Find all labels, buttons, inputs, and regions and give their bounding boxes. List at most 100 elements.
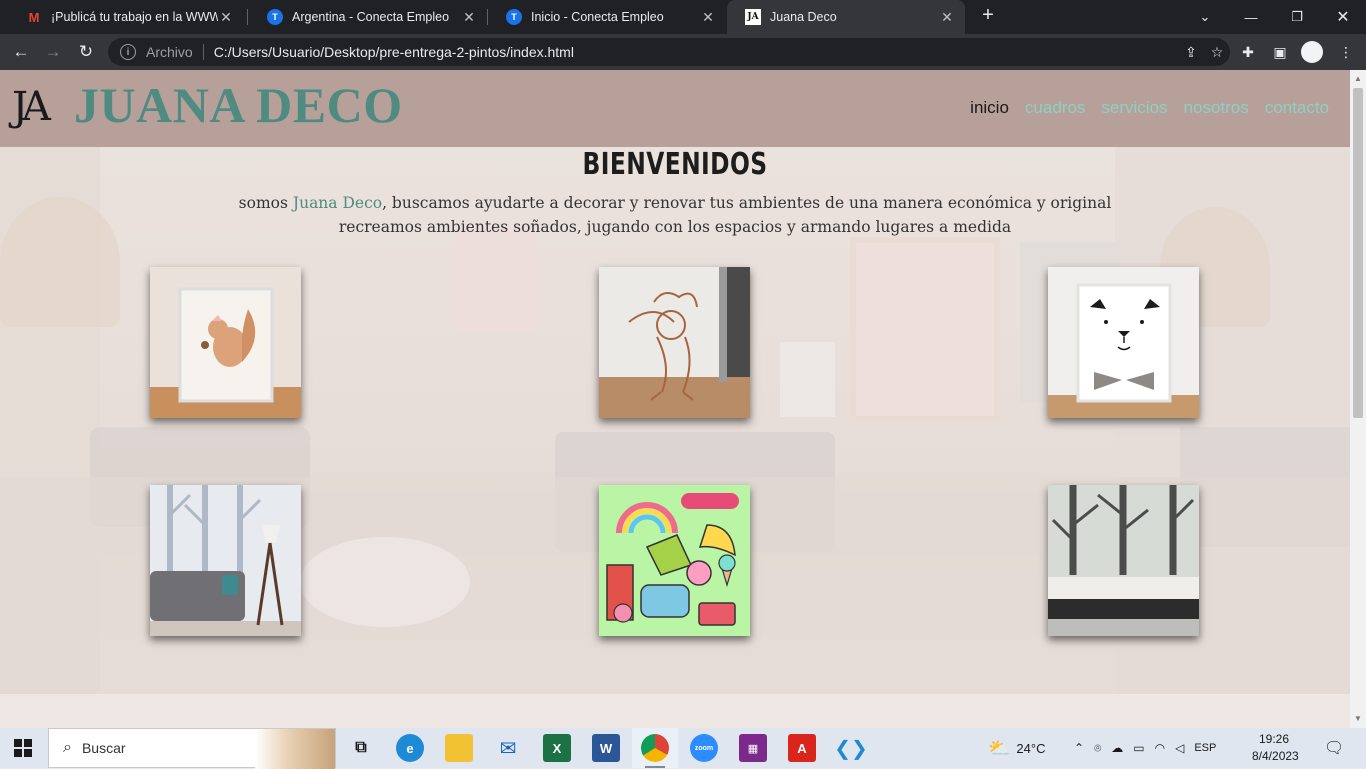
back-arrow-icon[interactable]: ← [8, 39, 34, 65]
conecta-empleo-icon: T [267, 9, 283, 25]
taskbar-clock[interactable]: 19:26 8/4/2023 [1252, 731, 1299, 765]
task-view-icon[interactable]: ⧉ [347, 734, 375, 762]
chrome-menu-icon[interactable]: ⋮ [1336, 42, 1356, 62]
winrar-icon[interactable]: ▦ [739, 734, 767, 762]
search-highlight-image [255, 729, 335, 769]
battery-icon[interactable]: ▭ [1133, 741, 1144, 755]
gallery-card-bear[interactable] [1048, 267, 1199, 418]
weather-temp: 24°C [1016, 740, 1046, 756]
conecta-empleo-icon: T [506, 9, 522, 25]
intro-brand: Juana Deco [292, 194, 383, 212]
logo-text[interactable]: JUANA DECO [74, 76, 403, 134]
page-title: BIENVENIDOS [582, 147, 768, 182]
scheme-label: Archivo [146, 44, 193, 60]
tab-title: ¡Publicá tu trabajo en la WWW d [51, 10, 218, 24]
mail-icon[interactable]: ✉ [494, 734, 522, 762]
page-bottom-strip [0, 694, 1350, 728]
intro-line-1: somos Juana Deco, buscamos ayudarte a de… [0, 194, 1350, 212]
onedrive-icon[interactable]: ☁ [1111, 741, 1123, 755]
close-tab-icon[interactable]: ✕ [461, 9, 477, 26]
address-bar[interactable]: i Archivo C:/Users/Usuario/Desktop/pre-e… [108, 38, 1230, 66]
page-scrollbar[interactable]: ▲ ▼ [1350, 70, 1366, 728]
info-icon[interactable]: i [120, 44, 136, 60]
partly-cloudy-icon: ⛅ [988, 737, 1011, 758]
tab-search-chevron-icon[interactable]: ⌄ [1182, 0, 1228, 34]
sticker-collage-image [599, 485, 750, 636]
notification-icon[interactable]: 🗨 [1324, 728, 1344, 768]
meet-now-icon[interactable]: ⌾ [1094, 741, 1101, 756]
search-placeholder: Buscar [81, 740, 126, 756]
tab-title: Argentina - Conecta Empleo [292, 10, 450, 24]
taskbar-search[interactable]: ⌕ Buscar [48, 728, 336, 769]
acrobat-icon[interactable]: A [788, 734, 816, 762]
close-tab-icon[interactable]: ✕ [218, 9, 234, 26]
logo-mark[interactable]: JA [12, 84, 51, 130]
tab-gmail[interactable]: M ¡Publicá tu trabajo en la WWW d ✕ [8, 0, 244, 34]
tray-chevron-icon[interactable]: ⌃ [1074, 741, 1084, 755]
gallery-card-tree-living[interactable] [150, 485, 301, 636]
intro-prefix: somos [238, 194, 293, 212]
vscode-icon[interactable]: ❮❯ [834, 734, 868, 762]
bear-bowtie-image [1048, 267, 1199, 418]
close-tab-icon[interactable]: ✕ [700, 9, 716, 26]
tab-inicio-conecta[interactable]: T Inicio - Conecta Empleo ✕ [488, 0, 726, 34]
extensions-puzzle-icon[interactable]: ✚ [1238, 42, 1258, 62]
gallery-card-squirrel[interactable] [150, 267, 301, 418]
tree-wall-bedroom-image [1048, 485, 1199, 636]
juana-deco-favicon: JA [745, 9, 761, 25]
intro-rest: , buscamos ayudarte a decorar y renovar … [382, 194, 1112, 212]
nav-contacto[interactable]: contacto [1265, 98, 1329, 118]
squirrel-print-image [150, 267, 301, 418]
intro-line-2: recreamos ambientes soñados, jugando con… [338, 218, 1012, 236]
bookmark-star-icon[interactable]: ☆ [1204, 44, 1230, 61]
reload-icon[interactable]: ↻ [73, 39, 99, 65]
share-icon[interactable]: ⇪ [1178, 44, 1204, 61]
windows-taskbar: ⌕ Buscar ⧉ e ✉ X W zoom ▦ A ❮❯ ⛅ 24°C ⌃ … [0, 728, 1366, 769]
wifi-icon[interactable]: ◠ [1155, 741, 1165, 755]
scrollbar-thumb[interactable] [1353, 88, 1363, 418]
windows-start-icon[interactable] [14, 739, 32, 757]
browser-tab-strip: M ¡Publicá tu trabajo en la WWW d ✕ T Ar… [0, 0, 1366, 34]
weather-widget[interactable]: ⛅ 24°C [988, 728, 1045, 768]
tab-title: Inicio - Conecta Empleo [531, 10, 664, 24]
page-viewport: JA JUANA DECO inicio cuadros servicios n… [0, 70, 1350, 728]
restore-button[interactable]: ❐ [1274, 0, 1320, 34]
nav-inicio[interactable]: inicio [970, 98, 1009, 118]
clock-date: 8/4/2023 [1252, 749, 1299, 763]
scroll-down-icon[interactable]: ▼ [1354, 714, 1362, 723]
gallery-card-chef[interactable] [599, 267, 750, 418]
gallery-card-stickers[interactable] [599, 485, 750, 636]
nav-nosotros[interactable]: nosotros [1184, 98, 1249, 118]
site-header: JA JUANA DECO inicio cuadros servicios n… [0, 70, 1350, 147]
tab-title: Juana Deco [770, 10, 837, 24]
system-tray: ⌃ ⌾ ☁ ▭ ◠ ◁ ESP [1074, 728, 1216, 768]
close-window-button[interactable]: ✕ [1320, 0, 1366, 34]
nav-servicios[interactable]: servicios [1101, 98, 1167, 118]
tab-juana-deco[interactable]: JA Juana Deco ✕ [727, 0, 965, 34]
scroll-up-icon[interactable]: ▲ [1354, 74, 1362, 83]
file-explorer-icon[interactable] [445, 734, 473, 762]
search-icon: ⌕ [63, 739, 72, 756]
chrome-icon[interactable] [641, 734, 669, 762]
tab-separator [247, 9, 248, 25]
word-icon[interactable]: W [592, 734, 620, 762]
side-panel-icon[interactable]: ▣ [1270, 42, 1290, 62]
gmail-icon: M [28, 9, 40, 25]
profile-avatar[interactable] [1301, 41, 1323, 63]
forward-arrow-icon[interactable]: → [40, 39, 66, 65]
nav-cuadros[interactable]: cuadros [1025, 98, 1085, 118]
gallery-card-tree-bedroom[interactable] [1048, 485, 1199, 636]
language-indicator[interactable]: ESP [1194, 742, 1216, 754]
new-tab-button[interactable]: + [977, 4, 999, 30]
close-tab-icon[interactable]: ✕ [939, 9, 955, 26]
edge-icon[interactable]: e [396, 734, 424, 762]
url-text[interactable]: C:/Users/Usuario/Desktop/pre-entrega-2-p… [214, 44, 1178, 60]
zoom-icon[interactable]: zoom [690, 734, 718, 762]
excel-icon[interactable]: X [543, 734, 571, 762]
chef-sketch-image [599, 267, 750, 418]
browser-toolbar: ← → ↻ i Archivo C:/Users/Usuario/Desktop… [0, 34, 1366, 70]
volume-icon[interactable]: ◁ [1175, 741, 1184, 755]
omnibox-divider [202, 44, 204, 60]
tab-argentina-conecta[interactable]: T Argentina - Conecta Empleo ✕ [249, 0, 487, 34]
minimize-button[interactable]: — [1228, 0, 1274, 34]
